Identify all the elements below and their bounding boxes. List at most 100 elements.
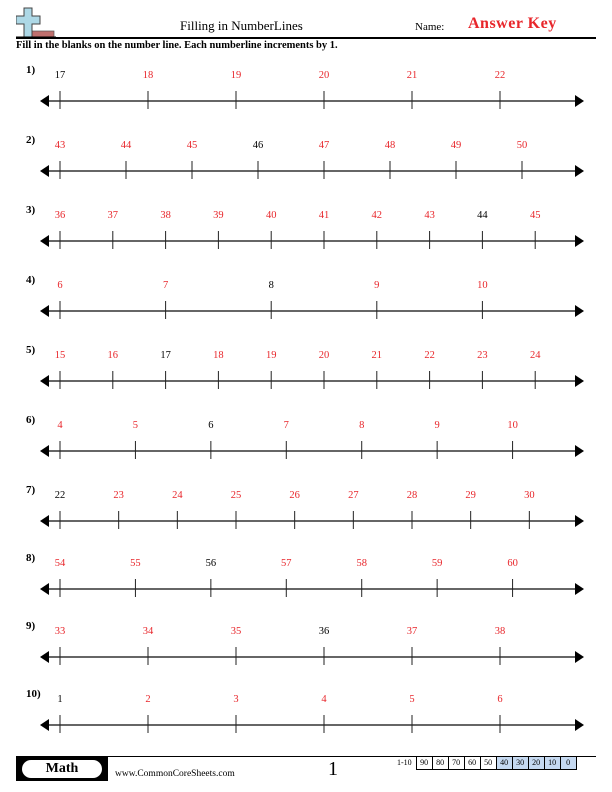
answer-value-label: 23 — [477, 350, 488, 361]
left-arrow-icon — [40, 305, 49, 317]
score-cell: 0 — [560, 756, 577, 770]
answer-value-label: 25 — [231, 490, 242, 501]
answer-value-label: 43 — [424, 210, 435, 221]
problem-1: 1) 17 18 19 20 21 22 — [0, 64, 612, 124]
left-arrow-icon — [40, 375, 49, 387]
right-arrow-icon — [575, 719, 584, 731]
problem-9: 9) 33 34 35 36 37 38 — [0, 620, 612, 680]
answer-value-label: 21 — [407, 70, 418, 81]
answer-value-label: 36 — [55, 210, 66, 221]
score-cell: 40 — [496, 756, 513, 770]
answer-value-label: 30 — [524, 490, 535, 501]
answer-value-label: 38 — [160, 210, 171, 221]
answer-value-label: 5 — [409, 694, 414, 705]
given-value-label: 22 — [55, 490, 66, 501]
answer-value-label: 50 — [517, 140, 528, 151]
plus-ruler-logo-icon — [16, 7, 56, 38]
given-value-label: 6 — [208, 420, 213, 431]
answer-value-label: 37 — [407, 626, 418, 637]
left-arrow-icon — [40, 165, 49, 177]
answer-value-label: 48 — [385, 140, 396, 151]
answer-value-label: 9 — [374, 280, 379, 291]
left-arrow-icon — [40, 583, 49, 595]
answer-value-label: 22 — [424, 350, 435, 361]
problem-6: 6) 4 5 6 7 8 9 10 — [0, 414, 612, 474]
left-arrow-icon — [40, 719, 49, 731]
answer-value-label: 28 — [407, 490, 418, 501]
score-cell: 10 — [544, 756, 561, 770]
answer-value-label: 44 — [121, 140, 132, 151]
number-line: 36 37 38 39 40 41 42 43 44 45 — [40, 210, 584, 249]
answer-value-label: 4 — [321, 694, 327, 705]
answer-value-label: 6 — [57, 280, 62, 291]
score-cell: 80 — [432, 756, 449, 770]
number-line: 43 44 45 46 47 48 49 50 — [40, 140, 584, 179]
given-value-label: 17 — [160, 350, 171, 361]
answer-value-label: 39 — [213, 210, 224, 221]
right-arrow-icon — [575, 515, 584, 527]
given-value-label: 46 — [253, 140, 264, 151]
answer-value-label: 29 — [465, 490, 476, 501]
worksheet-title: Filling in NumberLines — [180, 18, 303, 33]
answer-value-label: 23 — [113, 490, 124, 501]
given-value-label: 36 — [319, 626, 330, 637]
answer-value-label: 18 — [213, 350, 224, 361]
site-url: www.CommonCoreSheets.com — [115, 769, 235, 779]
answer-value-label: 15 — [55, 350, 66, 361]
answer-value-label: 10 — [477, 280, 488, 291]
answer-value-label: 58 — [356, 558, 367, 569]
score-cell: 70 — [448, 756, 465, 770]
number-line: 4 5 6 7 8 9 10 — [40, 420, 584, 459]
answer-key-label: Answer Key — [468, 15, 557, 32]
answer-value-label: 60 — [507, 558, 518, 569]
given-value-label: 8 — [269, 280, 274, 291]
right-arrow-icon — [575, 651, 584, 663]
answer-value-label: 49 — [451, 140, 462, 151]
problem-5: 5) 15 16 17 18 19 20 21 22 23 24 — [0, 344, 612, 404]
given-value-label: 17 — [55, 70, 66, 81]
answer-value-label: 27 — [348, 490, 359, 501]
answer-value-label: 21 — [372, 350, 383, 361]
number-line: 6 7 8 9 10 — [40, 280, 584, 319]
answer-value-label: 41 — [319, 210, 330, 221]
score-cell: 50 — [480, 756, 497, 770]
score-cell: 60 — [464, 756, 481, 770]
given-value-label: 44 — [477, 210, 488, 221]
answer-value-label: 19 — [231, 70, 242, 81]
answer-value-label: 16 — [108, 350, 119, 361]
answer-value-label: 22 — [495, 70, 506, 81]
left-arrow-icon — [40, 651, 49, 663]
answer-value-label: 43 — [55, 140, 66, 151]
answer-value-label: 55 — [130, 558, 141, 569]
answer-value-label: 19 — [266, 350, 277, 361]
subject-label: Math — [22, 760, 102, 778]
page-number: 1 — [328, 758, 338, 780]
answer-value-label: 20 — [319, 70, 330, 81]
given-value-label: 56 — [206, 558, 217, 569]
answer-value-label: 24 — [530, 350, 541, 361]
right-arrow-icon — [575, 165, 584, 177]
answer-value-label: 40 — [266, 210, 277, 221]
answer-value-label: 38 — [495, 626, 506, 637]
given-value-label: 1 — [57, 694, 62, 705]
header-divider — [16, 37, 596, 39]
problem-10: 10) 1 2 3 4 5 6 — [0, 688, 612, 748]
score-cell: 90 — [415, 756, 433, 770]
answer-value-label: 24 — [172, 490, 183, 501]
right-arrow-icon — [575, 235, 584, 247]
answer-value-label: 7 — [163, 280, 168, 291]
problem-8: 8) 54 55 56 57 58 59 60 — [0, 552, 612, 612]
score-cell: 20 — [528, 756, 545, 770]
number-line: 33 34 35 36 37 38 — [40, 626, 584, 665]
right-arrow-icon — [575, 445, 584, 457]
answer-value-label: 35 — [231, 626, 242, 637]
problem-3: 3) 36 37 38 39 40 41 42 43 44 45 — [0, 204, 612, 264]
answer-value-label: 18 — [143, 70, 154, 81]
number-line: 54 55 56 57 58 59 60 — [40, 558, 584, 597]
right-arrow-icon — [575, 95, 584, 107]
name-label: Name: — [415, 21, 445, 33]
left-arrow-icon — [40, 445, 49, 457]
score-table: 1-10 90 80 70 60 50 40 30 20 10 0 — [397, 756, 577, 770]
score-cell: 30 — [512, 756, 529, 770]
answer-value-label: 8 — [359, 420, 364, 431]
